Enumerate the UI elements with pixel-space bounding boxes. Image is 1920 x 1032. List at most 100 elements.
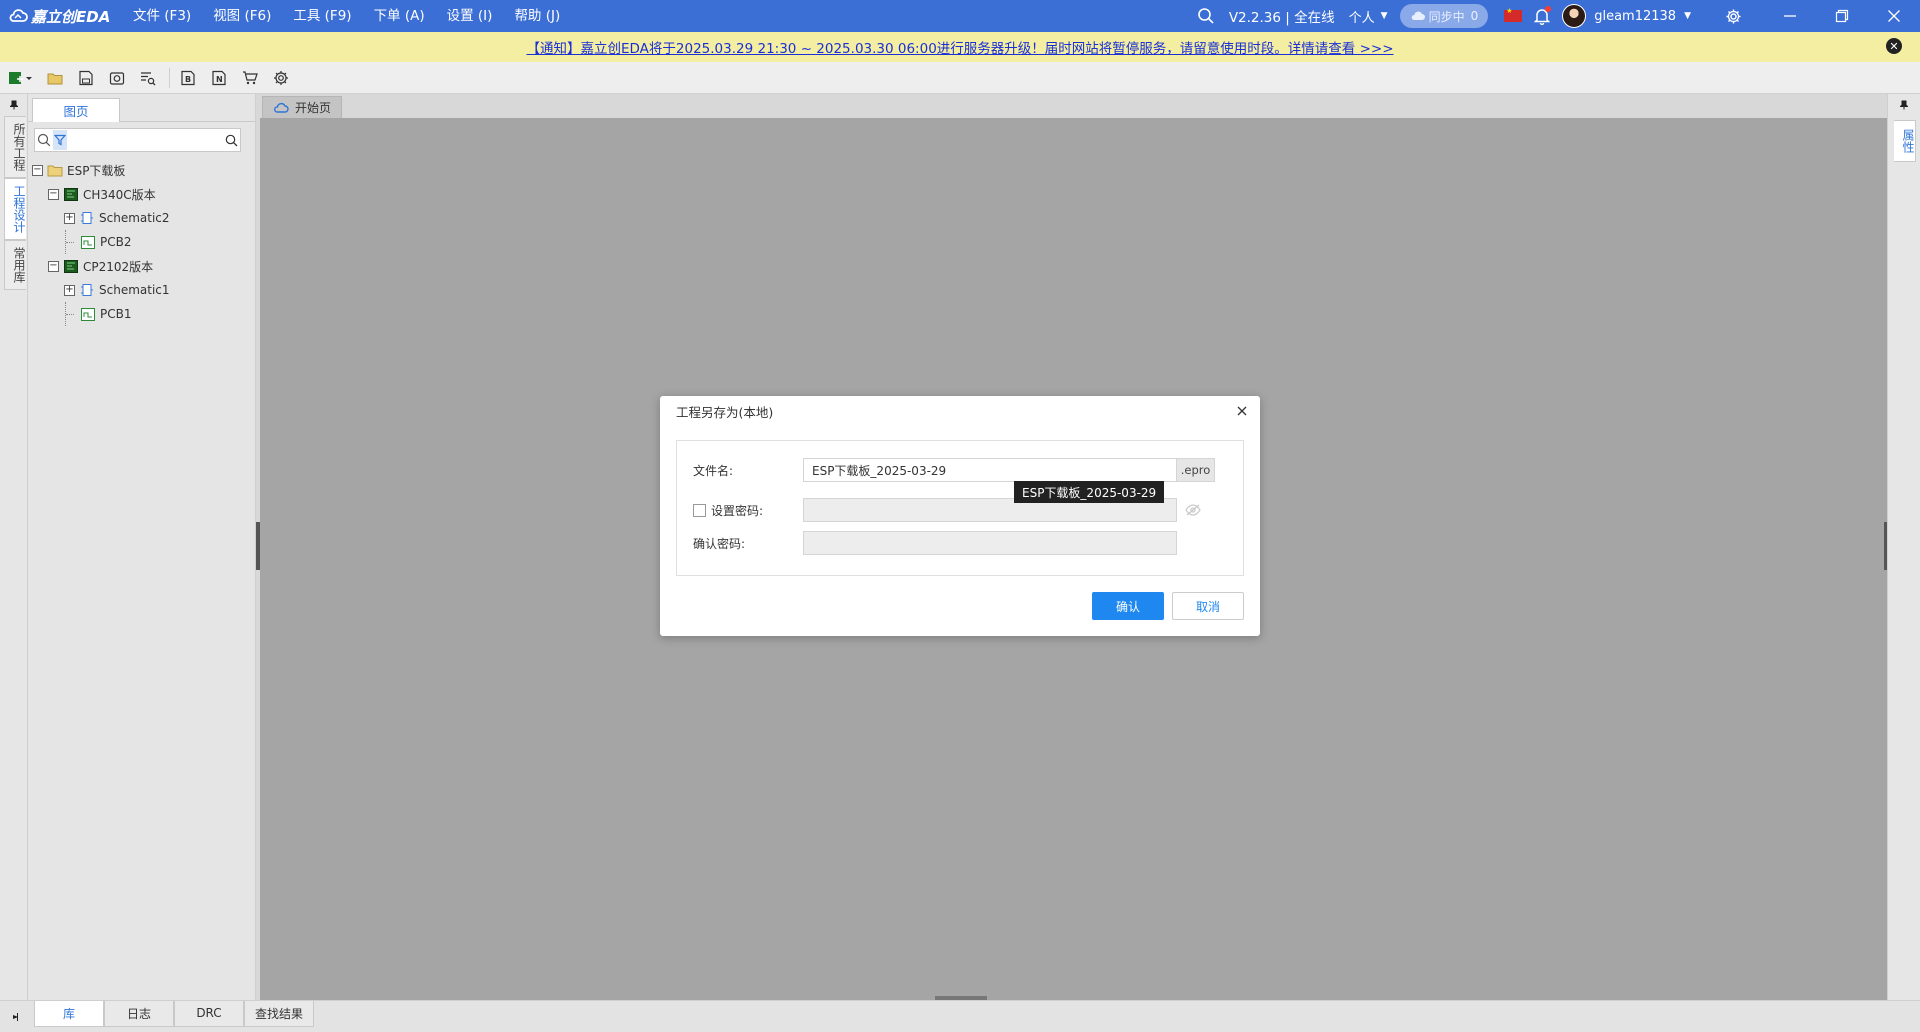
folder-icon	[47, 73, 63, 84]
tab-start-page[interactable]: 开始页	[262, 96, 343, 118]
project-tree: − ESP下载板 − CH340C版本 + Schematic2 PCB2 − …	[28, 158, 255, 326]
notification-dot	[1545, 6, 1552, 12]
pcb-icon	[80, 235, 96, 249]
minimize-button[interactable]	[1764, 0, 1816, 32]
open-folder-button[interactable]	[43, 66, 67, 90]
right-tab-strip: 属性	[1887, 94, 1920, 1000]
tab-find-results[interactable]: 查找结果	[244, 1000, 314, 1027]
confirm-password-input[interactable]	[803, 531, 1177, 555]
tab-properties[interactable]: 属性	[1894, 120, 1916, 162]
collapse-icon[interactable]: −	[32, 164, 43, 176]
cloud-logo-icon	[9, 9, 28, 22]
notice-link[interactable]: 【通知】嘉立创EDA将于2025.03.29 21:30 ~ 2025.03.3…	[526, 37, 1393, 57]
search-icon[interactable]	[1197, 7, 1215, 25]
sync-status-badge[interactable]: 同步中 0	[1399, 4, 1489, 28]
netlist-button[interactable]: N	[207, 66, 231, 90]
set-password-checkbox[interactable]	[693, 503, 706, 517]
tree-item-project[interactable]: − ESP下载板	[28, 158, 255, 182]
minimize-icon	[1784, 15, 1796, 17]
menu-file[interactable]: 文件 (F3)	[122, 0, 202, 32]
tree-item-pcb[interactable]: PCB1	[28, 302, 255, 326]
filename-input[interactable]: ESP下载板_2025-03-29	[803, 458, 1177, 482]
gear-icon	[274, 70, 288, 85]
persona-label: 个人	[1348, 10, 1375, 26]
pin-icon[interactable]	[0, 1012, 34, 1021]
folder-icon	[47, 163, 63, 177]
tree-item-label: Schematic1	[99, 283, 170, 297]
app-logo[interactable]: 嘉立创EDA	[0, 6, 122, 27]
pin-icon[interactable]	[1888, 94, 1920, 116]
close-icon[interactable]	[1234, 403, 1250, 419]
restore-button[interactable]	[1816, 0, 1868, 32]
tab-sheets[interactable]: 图页	[32, 98, 120, 122]
tree-search-input[interactable]	[67, 130, 223, 150]
order-button[interactable]	[238, 66, 262, 90]
toolbar-divider	[169, 67, 170, 88]
persona-dropdown[interactable]: 个人 ▼	[1349, 7, 1388, 26]
bom-button[interactable]: B	[176, 66, 200, 90]
new-project-button[interactable]	[6, 66, 36, 90]
gear-icon[interactable]	[1725, 8, 1742, 25]
expand-icon[interactable]: +	[64, 212, 75, 224]
board-icon	[63, 259, 79, 273]
collapse-icon[interactable]: −	[48, 260, 59, 272]
tree-item-schematic[interactable]: + Schematic1	[28, 278, 255, 302]
notice-close-icon[interactable]: ✕	[1886, 38, 1902, 54]
tab-library[interactable]: 库	[34, 1000, 104, 1027]
cloud-logo-icon	[274, 102, 289, 113]
tab-log[interactable]: 日志	[104, 1000, 174, 1027]
tree-connector	[65, 230, 76, 254]
menu-view[interactable]: 视图 (F6)	[202, 0, 282, 32]
snapshot-button[interactable]	[105, 66, 129, 90]
confirm-password-row: 确认密码:	[693, 531, 1177, 555]
filter-icon[interactable]	[52, 130, 68, 150]
menu-order[interactable]: 下单 (A)	[363, 0, 436, 32]
tab-drc[interactable]: DRC	[174, 1000, 244, 1027]
main-menu: 文件 (F3) 视图 (F6) 工具 (F9) 下单 (A) 设置 (I) 帮助…	[122, 0, 571, 32]
list-search-icon	[141, 71, 156, 85]
menu-settings[interactable]: 设置 (I)	[436, 0, 504, 32]
tab-all-projects[interactable]: 所有工程	[4, 116, 26, 178]
tree-item-board[interactable]: − CP2102版本	[28, 254, 255, 278]
tree-search-bar	[34, 128, 241, 152]
close-window-button[interactable]	[1868, 0, 1920, 32]
expand-icon[interactable]: +	[64, 284, 75, 296]
filename-label: 文件名:	[693, 463, 734, 478]
restore-icon	[1835, 9, 1849, 23]
collapse-icon[interactable]: −	[48, 188, 59, 200]
tree-item-board[interactable]: − CH340C版本	[28, 182, 255, 206]
tab-label: 开始页	[295, 101, 332, 115]
tab-project-design[interactable]: 工程设计	[4, 178, 26, 240]
board-icon	[63, 187, 79, 201]
confirm-button[interactable]: 确认	[1092, 592, 1164, 620]
file-extension: .epro	[1177, 458, 1215, 482]
eye-hidden-icon[interactable]	[1185, 504, 1201, 516]
tree-item-label: PCB1	[100, 307, 132, 321]
tree-item-label: ESP下载板	[67, 163, 126, 178]
cancel-button[interactable]: 取消	[1172, 592, 1244, 620]
find-button[interactable]	[136, 66, 160, 90]
caret-down-icon: ▼	[1380, 11, 1388, 21]
tree-item-schematic[interactable]: + Schematic2	[28, 206, 255, 230]
close-icon	[1888, 10, 1900, 22]
new-file-icon	[9, 71, 32, 84]
menu-help[interactable]: 帮助 (J)	[503, 0, 571, 32]
user-menu[interactable]: gleam12138 ▼	[1594, 9, 1691, 24]
notification-bell-icon[interactable]	[1534, 6, 1552, 25]
cart-icon	[243, 70, 258, 84]
search-icon[interactable]	[35, 133, 53, 147]
tree-item-label: CP2102版本	[83, 259, 154, 274]
menu-tools[interactable]: 工具 (F9)	[282, 0, 362, 32]
tree-item-pcb[interactable]: PCB2	[28, 230, 255, 254]
language-flag-icon[interactable]	[1504, 7, 1523, 22]
pin-icon[interactable]	[0, 94, 27, 116]
settings-tool-button[interactable]	[269, 66, 293, 90]
username-label: gleam12138	[1594, 8, 1677, 24]
toolbar: B N	[0, 62, 1920, 94]
avatar[interactable]	[1562, 4, 1587, 28]
save-button[interactable]	[74, 66, 98, 90]
cloud-sync-icon	[1411, 11, 1425, 20]
search-submit-icon[interactable]	[222, 134, 240, 147]
project-panel: 图页 − ESP下载板 − CH340C版本 + Schematic2 PCB2…	[28, 94, 256, 1000]
tab-common-library[interactable]: 常用库	[4, 240, 26, 290]
